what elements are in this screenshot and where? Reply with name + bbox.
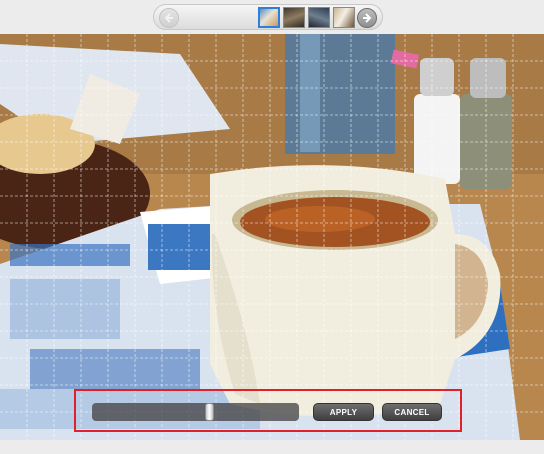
thumbnail-4[interactable] <box>333 7 355 28</box>
thumbnail-1[interactable] <box>258 7 280 28</box>
adjustment-slider[interactable] <box>92 403 299 421</box>
slider-handle[interactable] <box>205 403 214 421</box>
previous-button[interactable] <box>159 8 179 28</box>
arrow-right-icon <box>363 13 372 23</box>
adjustment-controls: APPLY CANCEL <box>88 401 447 423</box>
thumbnail-strip <box>153 4 383 30</box>
apply-button[interactable]: APPLY <box>313 403 374 421</box>
cancel-button[interactable]: CANCEL <box>382 403 442 421</box>
coffee-mug-photo <box>0 34 544 440</box>
photo-canvas[interactable] <box>0 34 544 440</box>
thumbnail-3[interactable] <box>308 7 330 28</box>
next-button[interactable] <box>357 8 377 28</box>
photo-editor-window: APPLY CANCEL <box>0 0 544 454</box>
thumbnail-2[interactable] <box>283 7 305 28</box>
arrow-left-icon <box>164 13 173 23</box>
